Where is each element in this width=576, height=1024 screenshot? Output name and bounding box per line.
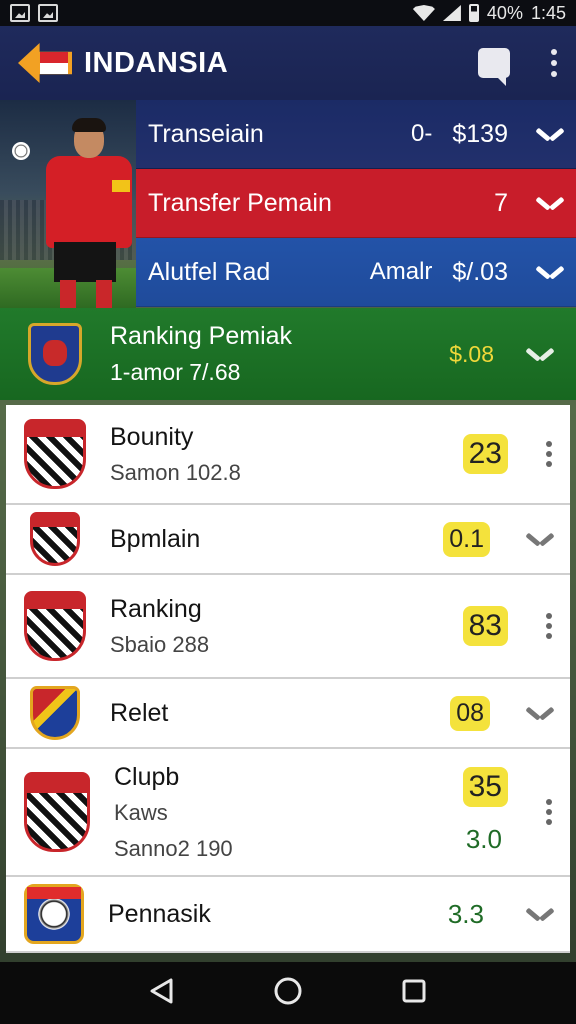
list-item-name: Clupb	[114, 762, 180, 791]
flag-white-stripe	[40, 63, 68, 74]
club-crest-icon	[30, 512, 80, 566]
club-crest-icon	[24, 772, 90, 852]
list-item[interactable]: Relet 08	[6, 679, 570, 749]
list-item-name: Pennasik	[108, 899, 211, 928]
screen: 40% 1:45 INDANSIA Transeiain 0- $139 Tra…	[0, 0, 576, 1024]
image-notification-icon	[10, 4, 30, 22]
app-bar: INDANSIA	[0, 26, 576, 100]
score-column: 35 3.0	[460, 766, 508, 858]
hero-row-value: $/.03	[452, 257, 508, 286]
list-item-info: Bpmlain	[110, 525, 443, 554]
score-badge: 83	[462, 606, 508, 646]
chevron-down-icon[interactable]	[528, 532, 552, 546]
ranking-bar[interactable]: Ranking Pemiak 1-amor 7/.68 $.08	[0, 308, 576, 400]
player-photo	[0, 100, 136, 308]
nav-home-icon[interactable]	[273, 976, 303, 1011]
ranking-title: Ranking Pemiak	[110, 322, 293, 350]
list-item-name: Bounity	[110, 422, 194, 451]
list-item[interactable]: Bounity Samon 102.8 23	[6, 405, 570, 505]
hero-row-value: 7	[494, 188, 508, 217]
list-item-sub2: Sanno2 190	[114, 835, 233, 861]
more-vert-icon[interactable]	[546, 613, 552, 639]
list-item-sub: Sbaio 288	[110, 631, 210, 657]
hero-row-label: Transfer Pemain	[148, 188, 332, 217]
nav-back-icon[interactable]	[149, 977, 175, 1010]
list-item-name: Bpmlain	[110, 524, 201, 553]
club-crest-icon	[24, 591, 86, 661]
chevron-down-icon[interactable]	[528, 347, 552, 361]
list-item-info: Clupb Kaws Sanno2 190	[114, 763, 460, 862]
battery-icon	[468, 4, 479, 22]
hero-section: Transeiain 0- $139 Transfer Pemain 7 Alu…	[0, 100, 576, 308]
hero-row-label: Alutfel Rad	[148, 257, 271, 286]
club-crest-icon	[30, 686, 80, 740]
football-icon	[12, 142, 30, 160]
club-crest-icon	[24, 419, 86, 489]
list-item-info: Bounity Samon 102.8	[110, 423, 463, 486]
flag-red-stripe	[40, 52, 68, 63]
score-badge: 23	[462, 434, 508, 474]
chevron-down-icon[interactable]	[528, 706, 552, 720]
club-crest-icon	[24, 884, 84, 944]
hero-rows: Transeiain 0- $139 Transfer Pemain 7 Alu…	[136, 100, 576, 308]
more-vert-icon[interactable]	[550, 49, 558, 77]
hero-row-mid: Amalr	[369, 258, 433, 285]
list-item-info: Relet	[110, 699, 450, 728]
list-item-sub: Samon 102.8	[110, 459, 241, 485]
battery-percent: 40%	[486, 2, 523, 23]
ranking-text: Ranking Pemiak 1-amor 7/.68	[110, 322, 449, 386]
hero-row-value: $139	[452, 119, 508, 148]
chevron-down-icon[interactable]	[528, 907, 552, 921]
list-item-info: Pennasik	[108, 900, 442, 929]
chat-icon[interactable]	[478, 48, 510, 78]
hero-row-transeiain[interactable]: Transeiain 0- $139	[136, 100, 576, 169]
ranking-value: $.08	[449, 340, 494, 367]
list-item-sub: Kaws	[114, 799, 168, 825]
clock: 1:45	[530, 2, 566, 23]
score-badge: 0.1	[443, 521, 490, 557]
hero-row-transfer-pemain[interactable]: Transfer Pemain 7	[136, 169, 576, 238]
back-arrow-flag-icon[interactable]	[18, 43, 72, 83]
club-list: Bounity Samon 102.8 23 Bpmlain 0.1 Ranki…	[6, 405, 570, 953]
hero-row-alutfel-rad[interactable]: Alutfel Rad Amalr $/.03	[136, 238, 576, 307]
list-item-info: Ranking Sbaio 288	[110, 595, 463, 658]
club-crest-icon	[28, 323, 82, 385]
list-item[interactable]: Clupb Kaws Sanno2 190 35 3.0	[6, 749, 570, 877]
chevron-down-icon[interactable]	[538, 127, 562, 141]
list-item[interactable]: Ranking Sbaio 288 83	[6, 575, 570, 679]
signal-icon	[442, 5, 461, 21]
secondary-score: 3.0	[465, 823, 502, 854]
photo-notification-icon	[38, 4, 58, 22]
list-item-name: Ranking	[110, 594, 202, 623]
score-badge: 35	[462, 766, 508, 807]
status-left	[10, 4, 58, 22]
hero-row-mid: 0-	[411, 120, 433, 147]
nav-recents-icon[interactable]	[401, 978, 427, 1009]
ranking-subtitle: 1-amor 7/.68	[110, 359, 241, 385]
chevron-down-icon[interactable]	[538, 196, 562, 210]
list-item-name: Relet	[110, 698, 169, 727]
wifi-icon	[412, 5, 435, 21]
status-bar: 40% 1:45	[0, 0, 576, 26]
hero-row-label: Transeiain	[148, 119, 264, 148]
chevron-down-icon[interactable]	[538, 265, 562, 279]
more-vert-icon[interactable]	[546, 799, 552, 825]
app-title: INDANSIA	[84, 46, 229, 79]
more-vert-icon[interactable]	[546, 441, 552, 467]
score-badge: 3.3	[447, 898, 484, 929]
list-item[interactable]: Pennasik 3.3	[6, 877, 570, 953]
score-badge: 08	[450, 695, 490, 731]
system-nav-bar	[0, 962, 576, 1024]
list-item[interactable]: Bpmlain 0.1	[6, 505, 570, 575]
status-right: 40% 1:45	[412, 2, 566, 24]
